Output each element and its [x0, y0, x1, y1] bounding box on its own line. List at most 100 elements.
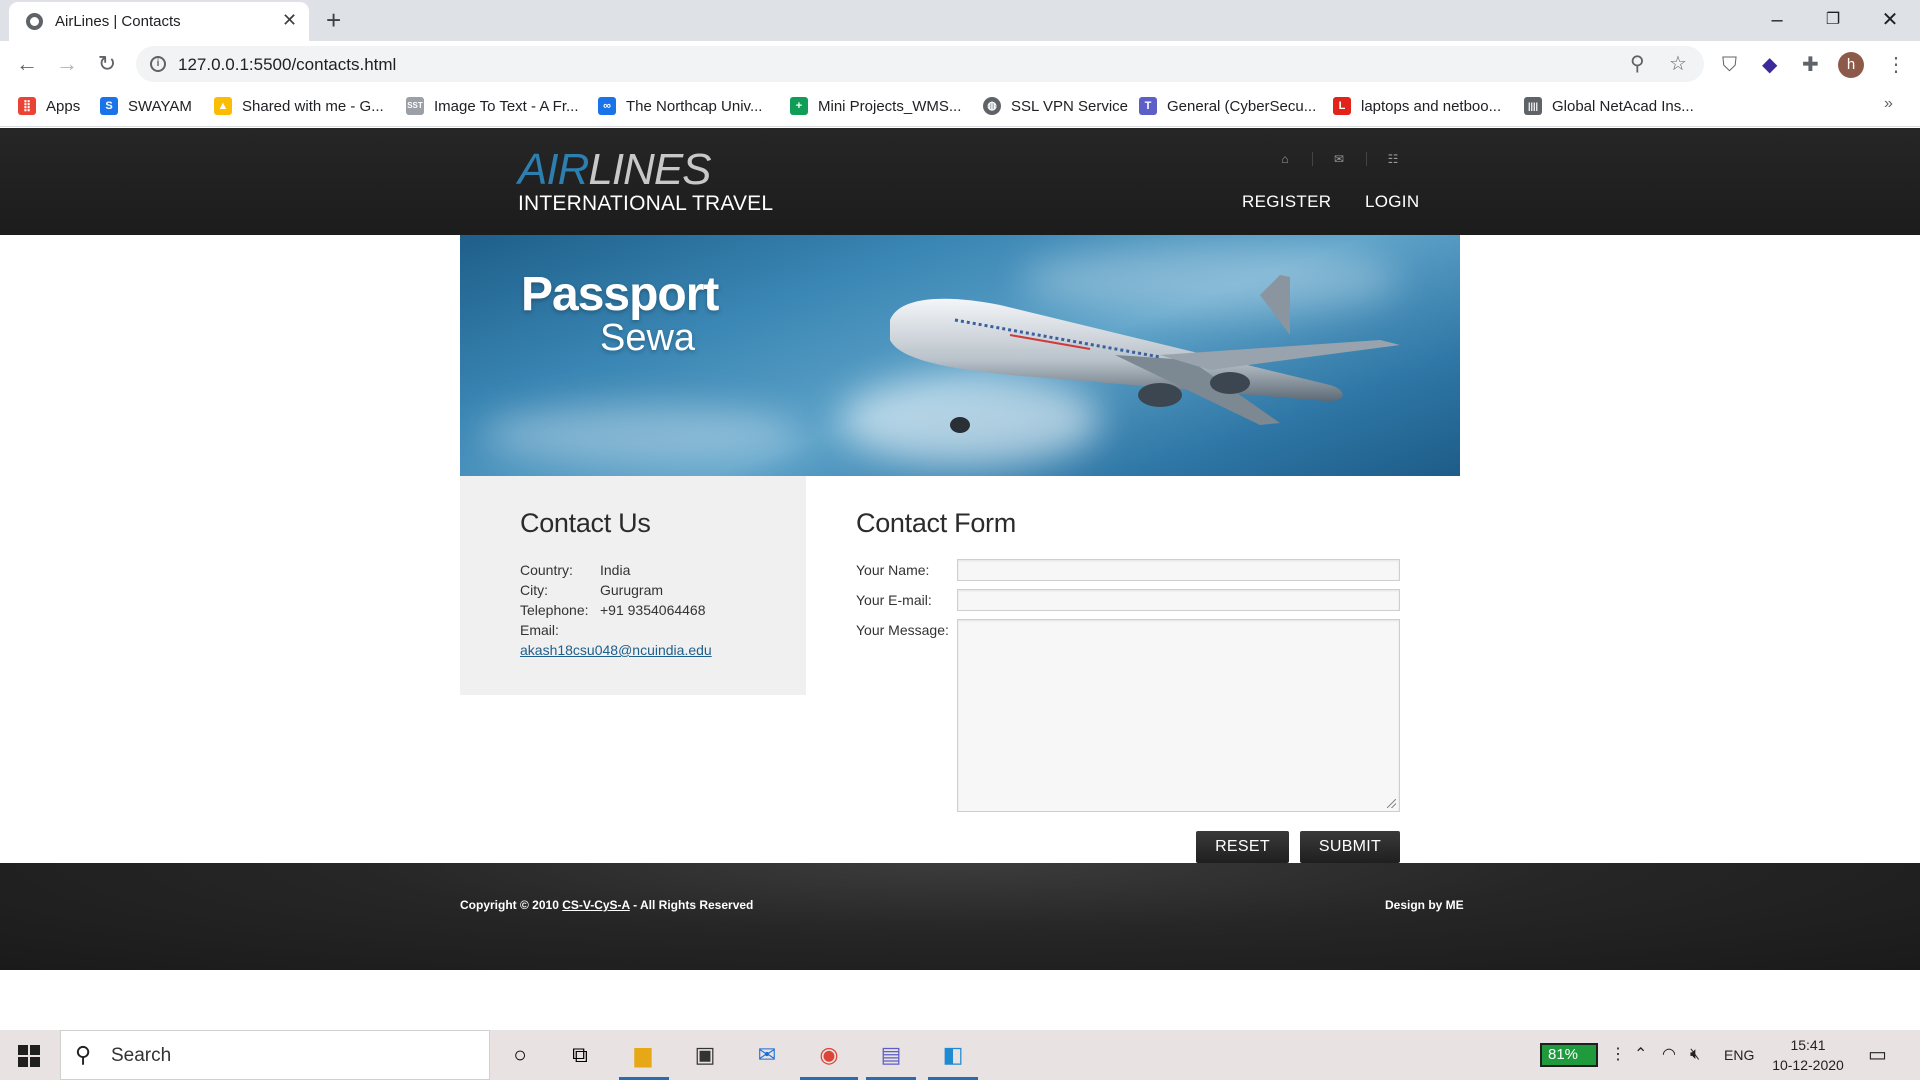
file-explorer-icon[interactable]: ▆	[628, 1041, 658, 1069]
bookmark-label: Mini Projects_WMS...	[818, 97, 962, 115]
battery-indicator[interactable]: 81%	[1540, 1043, 1598, 1067]
reset-button[interactable]: RESET	[1196, 831, 1289, 863]
menu-kebab-icon[interactable]: ⋮	[1886, 53, 1906, 77]
logo-lines-text: LINES	[588, 145, 711, 194]
bookmark-swayam[interactable]: S SWAYAM	[100, 95, 192, 117]
email-link[interactable]: akash18csu048@ncuindia.edu	[520, 642, 712, 658]
banner-title: Passport	[521, 268, 719, 321]
microsoft-store-icon[interactable]: ▣	[690, 1041, 720, 1069]
mail-app-icon[interactable]: ✉	[752, 1041, 782, 1069]
name-input[interactable]	[957, 559, 1400, 581]
airplane-image	[890, 275, 1400, 433]
lenovo-icon: L	[1333, 97, 1351, 115]
city-value: Gurugram	[600, 582, 664, 598]
forward-icon[interactable]: →	[52, 50, 82, 78]
start-tile	[30, 1045, 40, 1055]
bookmark-label: SWAYAM	[128, 97, 192, 115]
url-text[interactable]: 127.0.0.1:5500/contacts.html	[178, 55, 396, 75]
search-placeholder: Search	[111, 1045, 172, 1066]
chrome-icon[interactable]: ◉	[814, 1041, 844, 1069]
country-value: India	[600, 562, 631, 578]
minimize-icon[interactable]: –	[1749, 5, 1805, 35]
cloud-shape	[480, 405, 800, 465]
zoom-icon[interactable]: ⚲	[1630, 52, 1645, 76]
bookmark-label: General (CyberSecu...	[1167, 97, 1317, 115]
task-view-icon[interactable]: ⧉	[565, 1041, 595, 1069]
extensions-puzzle-icon[interactable]: ✚	[1802, 53, 1819, 77]
site-footer: Copyright © 2010 CS-V-CyS-A - All Rights…	[0, 863, 1920, 970]
cortana-icon[interactable]: ○	[505, 1041, 535, 1069]
copyright-link[interactable]: CS-V-CyS-A	[562, 898, 630, 912]
browser-toolbar: ← → ↻ i 127.0.0.1:5500/contacts.html ⚲ ☆…	[0, 41, 1920, 87]
address-bar[interactable]: i 127.0.0.1:5500/contacts.html ⚲ ☆	[136, 46, 1704, 82]
logo-air-text: AIR	[518, 145, 589, 194]
restore-icon[interactable]: ❐	[1805, 5, 1861, 35]
name-label: Your Name:	[856, 562, 930, 578]
bookmark-label: The Northcap Univ...	[626, 97, 763, 115]
clock[interactable]: 15:41 10-12-2020	[1770, 1035, 1846, 1075]
bookmark-ssl-vpn[interactable]: ◍ SSL VPN Service	[983, 95, 1128, 117]
back-icon[interactable]: ←	[12, 50, 42, 78]
bookmark-northcap[interactable]: ∞ The Northcap Univ...	[598, 95, 762, 117]
bookmark-drive[interactable]: ▲ Shared with me - G...	[214, 95, 384, 117]
show-hidden-icons-icon[interactable]: ⌃	[1634, 1044, 1647, 1066]
profile-avatar[interactable]: h	[1838, 52, 1864, 78]
reload-icon[interactable]: ↻	[92, 50, 122, 78]
sst-icon: SST	[406, 97, 424, 115]
message-textarea[interactable]	[957, 619, 1400, 812]
site-header: AIRLINES INTERNATIONAL TRAVEL ⌂ ✉ ☷ REGI…	[0, 128, 1920, 235]
wifi-icon[interactable]: ◠	[1662, 1044, 1676, 1066]
sitemap-icon[interactable]: ☷	[1385, 152, 1401, 166]
more-bookmarks-icon[interactable]: »	[1884, 95, 1893, 113]
bookmark-laptops[interactable]: L laptops and netboo...	[1333, 95, 1501, 117]
passport-sewa-banner: Passport Sewa	[460, 235, 1460, 476]
bookmark-label: SSL VPN Service	[1011, 97, 1128, 115]
bookmark-teams-general[interactable]: T General (CyberSecu...	[1139, 95, 1316, 117]
close-window-icon[interactable]: ✕	[1862, 5, 1918, 35]
bookmark-star-icon[interactable]: ☆	[1669, 52, 1687, 76]
email-field-label: Your E-mail:	[856, 592, 932, 608]
login-link[interactable]: LOGIN	[1365, 192, 1419, 212]
taskbar-search[interactable]: ⚲ Search	[60, 1030, 490, 1080]
teams-app-icon[interactable]: ▤	[876, 1041, 906, 1069]
bookmark-label: Shared with me - G...	[242, 97, 384, 115]
new-tab-icon[interactable]: +	[326, 5, 341, 35]
network-icon[interactable]: ⋮	[1610, 1044, 1626, 1066]
telephone-label: Telephone:	[520, 602, 589, 618]
bookmark-apps[interactable]: ⣿ Apps	[18, 95, 80, 117]
cisco-icon: ||||	[1524, 97, 1542, 115]
telephone-value: +91 9354064468	[600, 602, 706, 618]
email-input[interactable]	[957, 589, 1400, 611]
submit-button[interactable]: SUBMIT	[1300, 831, 1400, 863]
register-link[interactable]: REGISTER	[1242, 192, 1331, 212]
bookmark-image-to-text[interactable]: SST Image To Text - A Fr...	[406, 95, 579, 117]
start-tile	[30, 1057, 40, 1067]
shield-extension-icon[interactable]: ⛉	[1722, 53, 1737, 77]
logo-subtitle: INTERNATIONAL TRAVEL	[518, 192, 774, 215]
vscode-icon[interactable]: ◧	[938, 1041, 968, 1069]
volume-muted-icon[interactable]: 🔇︎	[1690, 1044, 1700, 1066]
tab-title: AirLines | Contacts	[55, 13, 181, 30]
tab-strip: AirLines | Contacts ✕ + – ❐ ✕	[0, 0, 1920, 41]
clock-date: 10-12-2020	[1772, 1057, 1844, 1073]
close-tab-icon[interactable]: ✕	[282, 10, 297, 30]
active-tab[interactable]: AirLines | Contacts ✕	[9, 2, 309, 41]
apps-grid-icon: ⣿	[18, 97, 36, 115]
language-indicator[interactable]: ENG	[1724, 1044, 1754, 1066]
resize-handle-icon[interactable]	[1387, 799, 1396, 808]
notifications-icon[interactable]: ▭	[1868, 1044, 1887, 1066]
windows-start-icon[interactable]	[18, 1045, 40, 1067]
bookmark-netacad[interactable]: |||| Global NetAcad Ins...	[1524, 95, 1694, 117]
search-icon: ⚲	[75, 1042, 92, 1067]
globe-icon: ◍	[983, 97, 1001, 115]
diamond-extension-icon[interactable]: ◆	[1762, 53, 1777, 77]
mail-icon[interactable]: ✉	[1331, 152, 1347, 166]
bookmark-mini-projects[interactable]: + Mini Projects_WMS...	[790, 95, 961, 117]
home-icon[interactable]: ⌂	[1277, 152, 1293, 166]
site-info-icon[interactable]: i	[150, 56, 166, 72]
site-logo[interactable]: AIRLINES	[518, 145, 712, 194]
windows-taskbar: ⚲ Search ○ ⧉ ▆ ▣ ✉ ◉ ▤ ◧ 81% ⋮ ⌃ ◠ 🔇︎ EN…	[0, 1030, 1920, 1080]
google-sheets-icon: +	[790, 97, 808, 115]
bookmark-label: laptops and netboo...	[1361, 97, 1502, 115]
email-label: Email:	[520, 622, 559, 638]
